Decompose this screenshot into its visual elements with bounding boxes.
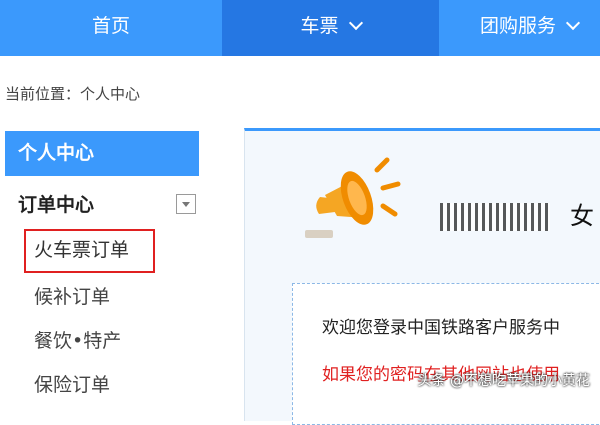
sidebar-item-food-specialty[interactable]: 餐饮•特产 <box>34 326 121 353</box>
notice-box <box>292 283 600 425</box>
top-navigation: 首页 车票 团购服务 <box>0 0 600 56</box>
sidebar-item-insurance-orders[interactable]: 保险订单 <box>34 370 110 397</box>
welcome-message: 欢迎您登录中国铁路客户服务中 <box>322 318 560 338</box>
chevron-down-icon <box>348 15 363 31</box>
obscured-username <box>440 203 550 231</box>
nav-home[interactable]: 首页 <box>0 0 222 56</box>
nav-tickets[interactable]: 车票 <box>222 0 439 56</box>
sidebar-item-waitlist-orders[interactable]: 候补订单 <box>34 282 110 309</box>
sidebar-item-train-orders[interactable]: 火车票订单 <box>24 229 155 273</box>
welcome-heading: 女 <box>440 196 596 231</box>
welcome-title-suffix: 女 <box>570 202 596 230</box>
breadcrumb: 当前位置：个人中心 <box>5 85 141 103</box>
watermark: 头条 @不想吃苹果的小黄花 <box>417 373 590 389</box>
nav-group-service[interactable]: 团购服务 <box>439 0 600 56</box>
sidebar-category-orders[interactable]: 订单中心 <box>18 190 94 217</box>
sidebar-header[interactable]: 个人中心 <box>5 131 199 176</box>
collapse-toggle-icon[interactable] <box>176 194 196 214</box>
nav-tickets-label: 车票 <box>300 15 339 37</box>
nav-group-label: 团购服务 <box>479 15 556 37</box>
megaphone-icon <box>305 157 401 238</box>
chevron-down-icon <box>565 15 581 31</box>
